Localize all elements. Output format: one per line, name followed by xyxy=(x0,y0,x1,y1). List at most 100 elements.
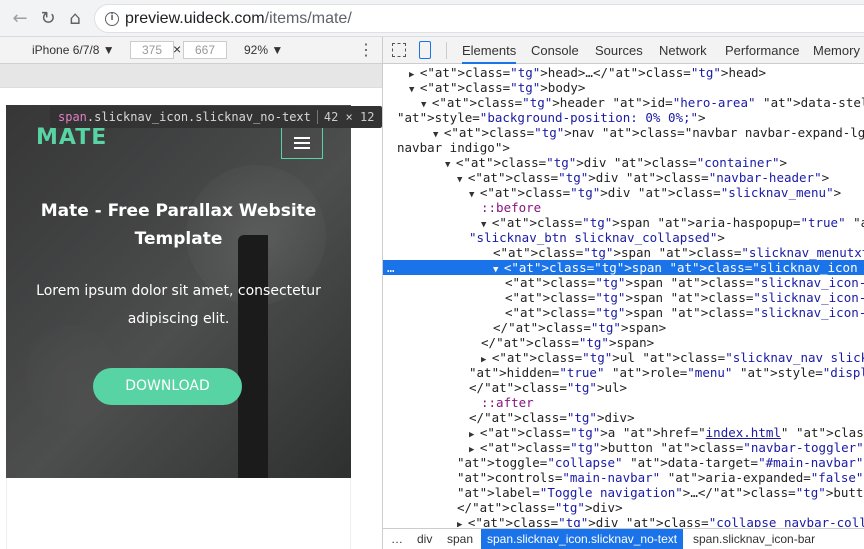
info-icon[interactable]: i xyxy=(105,12,119,26)
dom-node-line[interactable]: ▼ <"at">class="tg">nav "at">class="navba… xyxy=(383,125,864,140)
expanded-triangle-icon[interactable]: ▼ xyxy=(457,175,468,185)
zoom-select[interactable]: 92% ▼ xyxy=(244,43,283,57)
inspect-element-icon[interactable] xyxy=(392,43,406,57)
dom-node-line[interactable]: <"at">class="tg">span "at">class="slickn… xyxy=(383,275,864,290)
dom-node-line[interactable]: "at">style="background-position: 0% 0%;"… xyxy=(383,110,864,125)
expanded-triangle-icon[interactable]: ▼ xyxy=(409,85,420,95)
dom-node-markup: </"at">class="tg">ul> xyxy=(469,380,628,395)
collapsed-triangle-icon[interactable]: ▶ xyxy=(469,430,480,440)
dom-node-line[interactable]: "at">label="Toggle navigation">…</"at">c… xyxy=(383,485,864,500)
dom-node-markup: <"at">class="tg">a "at">href="index.html… xyxy=(479,425,864,440)
dom-node-markup: <"at">class="tg">div "at">class="collaps… xyxy=(467,515,864,527)
viewport-ruler xyxy=(0,64,382,88)
menu-bar-icon xyxy=(294,147,310,149)
dom-node-line[interactable]: ::after xyxy=(383,395,864,410)
dom-node-markup: </"at">class="tg">div> xyxy=(457,500,623,515)
download-button[interactable]: DOWNLOAD xyxy=(93,368,242,405)
dom-node-line[interactable]: <"at">class="tg">span "at">class="slickn… xyxy=(383,305,864,320)
device-toggle-icon[interactable] xyxy=(419,41,431,59)
node-more-icon[interactable]: … xyxy=(387,260,395,275)
dom-node-line[interactable]: ▼ <"at">class="tg">span "at">aria-haspop… xyxy=(383,215,864,230)
dom-node-markup: <"at">class="tg">head>…</"at">class="tg"… xyxy=(419,65,767,80)
breadcrumb-div[interactable]: div xyxy=(417,532,432,546)
hamburger-menu-button[interactable] xyxy=(281,127,323,159)
device-toolbar: iPhone 6/7/8 ▼ 375 × 667 92% ▼ ⋮ xyxy=(0,37,382,64)
dom-node-line[interactable]: </"at">class="tg">div> xyxy=(383,500,864,515)
tab-memory[interactable]: Memory xyxy=(813,43,860,58)
breadcrumb-span[interactable]: span xyxy=(447,532,473,546)
collapsed-triangle-icon[interactable]: ▶ xyxy=(469,445,480,455)
dom-node-markup: <"at">class="tg">span "at">aria-haspopup… xyxy=(491,215,864,230)
tab-console[interactable]: Console xyxy=(531,43,579,58)
url-path: /items/mate/ xyxy=(264,10,352,27)
url-text[interactable]: preview.uideck.com/items/mate/ xyxy=(125,10,352,28)
url-host: preview.uideck.com xyxy=(125,10,265,27)
dom-node-line[interactable]: ▶ <"at">class="tg">head>…</"at">class="t… xyxy=(383,65,864,80)
collapsed-triangle-icon[interactable]: ▶ xyxy=(457,520,468,527)
dom-node-line[interactable]: "slicknav_btn slicknav_collapsed"> xyxy=(383,230,864,245)
dom-node-line[interactable]: ▼ <"at">class="tg">div "at">class="navba… xyxy=(383,170,864,185)
dom-node-line[interactable]: "at">hidden="true" "at">role="menu" "at"… xyxy=(383,365,864,380)
reload-icon[interactable]: ↻ xyxy=(36,7,60,31)
home-icon[interactable]: ⌂ xyxy=(63,7,87,31)
address-bar[interactable]: i preview.uideck.com/items/mate/ xyxy=(94,4,864,33)
dom-node-line[interactable]: <"at">class="tg">span "at">class="slickn… xyxy=(383,290,864,305)
more-options-icon[interactable]: ⋮ xyxy=(358,40,374,60)
collapsed-triangle-icon[interactable]: ▶ xyxy=(481,355,492,365)
dom-node-line[interactable]: "at">toggle="collapse" "at">data-target=… xyxy=(383,455,864,470)
dom-node-line[interactable]: ▼ <"at">class="tg">header "at">id="hero-… xyxy=(383,95,864,110)
dom-node-line[interactable]: </"at">class="tg">span> xyxy=(383,320,864,335)
device-select[interactable]: iPhone 6/7/8 ▼ xyxy=(32,43,115,57)
expanded-triangle-icon[interactable]: ▼ xyxy=(433,130,444,140)
breadcrumb-more[interactable]: … xyxy=(391,532,403,546)
toolbar-divider xyxy=(446,42,447,59)
dom-node-line[interactable]: ▼ <"at">class="tg">div "at">class="slick… xyxy=(383,185,864,200)
dom-node-markup: "at">controls="main-navbar" "at">aria-ex… xyxy=(457,470,864,485)
viewport-width-field[interactable]: 375 xyxy=(130,41,174,59)
dom-node-selected[interactable]: … ▼ <"at">class="tg">span "at">class="sli… xyxy=(383,260,864,275)
dom-node-line[interactable]: navbar indigo"> xyxy=(383,140,864,155)
dom-node-line[interactable]: </"at">class="tg">ul> xyxy=(383,380,864,395)
dom-node-line[interactable]: </"at">class="tg">div> xyxy=(383,410,864,425)
dom-tree[interactable]: ▶ <"at">class="tg">head>…</"at">class="t… xyxy=(383,65,864,527)
site-logo[interactable]: MATE xyxy=(36,125,107,150)
dom-node-markup: "at">style="background-position: 0% 0%;"… xyxy=(397,110,706,125)
dom-node-markup: <"at">class="tg">div "at">class="contain… xyxy=(455,155,788,170)
back-arrow-icon[interactable]: ← xyxy=(8,7,32,31)
dom-node-line[interactable]: ▶ <"at">class="tg">a "at">href="index.ht… xyxy=(383,425,864,440)
dom-node-line[interactable]: "at">controls="main-navbar" "at">aria-ex… xyxy=(383,470,864,485)
tooltip-size: 42 × 12 xyxy=(323,110,375,124)
expanded-triangle-icon[interactable]: ▼ xyxy=(493,265,504,275)
dom-node-markup: "at">toggle="collapse" "at">data-target=… xyxy=(457,455,864,470)
dom-node-line[interactable]: ▶ <"at">class="tg">ul "at">class="slickn… xyxy=(383,350,864,365)
tooltip-divider xyxy=(316,110,318,124)
dom-node-line[interactable]: ::before xyxy=(383,200,864,215)
tooltip-tag: span xyxy=(58,110,87,124)
dom-node-markup: <"at">class="tg">span "at">class="slickn… xyxy=(505,290,864,305)
breadcrumb: … div span span.slicknav_icon.slicknav_n… xyxy=(383,528,864,549)
tab-performance[interactable]: Performance xyxy=(725,43,799,58)
dom-node-markup: <"at">class="tg">header "at">id="hero-ar… xyxy=(431,95,864,110)
expanded-triangle-icon[interactable]: ▼ xyxy=(481,220,492,230)
element-inspect-tooltip: span.slicknav_icon.slicknav_no-text 42 × … xyxy=(50,106,383,128)
breadcrumb-current[interactable]: span.slicknav_icon.slicknav_no-text xyxy=(481,529,684,549)
expanded-triangle-icon[interactable]: ▼ xyxy=(469,190,480,200)
tab-network[interactable]: Network xyxy=(659,43,707,58)
dom-node-line[interactable]: ▶ <"at">class="tg">button "at">class="na… xyxy=(383,440,864,455)
tab-elements[interactable]: Elements xyxy=(462,43,517,64)
viewport-height-field[interactable]: 667 xyxy=(183,41,227,59)
dom-node-markup: <"at">class="tg">span "at">class="slickn… xyxy=(505,275,864,290)
dom-node-markup: "at">hidden="true" "at">role="menu" "at"… xyxy=(469,365,864,380)
collapsed-triangle-icon[interactable]: ▶ xyxy=(409,70,420,80)
dom-node-line[interactable]: </"at">class="tg">span> xyxy=(383,335,864,350)
tab-sources[interactable]: Sources xyxy=(595,43,643,58)
expanded-triangle-icon[interactable]: ▼ xyxy=(421,100,432,110)
hero-text: Lorem ipsum dolor sit amet, consectetur … xyxy=(36,283,321,327)
dom-node-line[interactable]: <"at">class="tg">span "at">class="slickn… xyxy=(383,245,864,260)
expanded-triangle-icon[interactable]: ▼ xyxy=(445,160,456,170)
breadcrumb-next[interactable]: span.slicknav_icon-bar xyxy=(693,532,815,546)
dom-node-line[interactable]: ▼ <"at">class="tg">body> xyxy=(383,80,864,95)
dom-node-line[interactable]: ▼ <"at">class="tg">div "at">class="conta… xyxy=(383,155,864,170)
dimension-separator: × xyxy=(173,41,182,57)
dom-node-line[interactable]: ▶ <"at">class="tg">div "at">class="colla… xyxy=(383,515,864,527)
